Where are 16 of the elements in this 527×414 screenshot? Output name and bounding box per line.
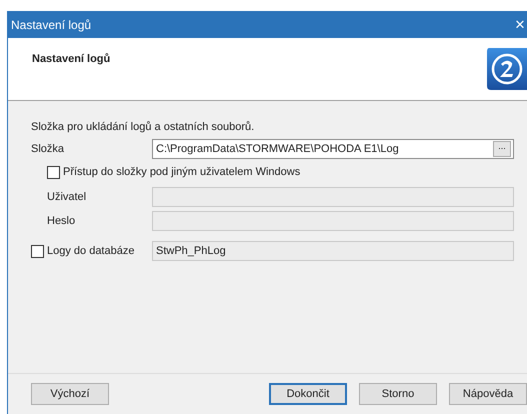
input-field[interactable]: C:\ProgramData\STORMWARE\POHODA E1\Log ... <box>152 139 514 159</box>
dialog-button[interactable]: Výchozí <box>31 383 109 405</box>
dialog-button[interactable]: Storno <box>359 383 437 405</box>
header-title: Nastavení logů <box>32 53 110 65</box>
field-label: Složka <box>31 143 66 155</box>
field-label: Uživatel <box>46 191 88 203</box>
checkbox-label: Logy do databáze <box>47 245 134 257</box>
window-title: Nastavení logů <box>11 18 92 32</box>
dialog-button[interactable]: Dokončit <box>269 383 347 405</box>
field-label: Heslo <box>46 215 76 227</box>
checkbox-label: Přístup do složky pod jiným uživatelem Windows <box>63 166 300 178</box>
dialog-button[interactable]: Nápověda <box>449 383 527 405</box>
checkbox[interactable] <box>47 166 60 178</box>
close-button[interactable]: × <box>513 14 527 34</box>
browse-button[interactable]: ... <box>493 141 511 157</box>
intro-text: Složka pro ukládání logů a ostatních souborů. <box>31 121 256 133</box>
